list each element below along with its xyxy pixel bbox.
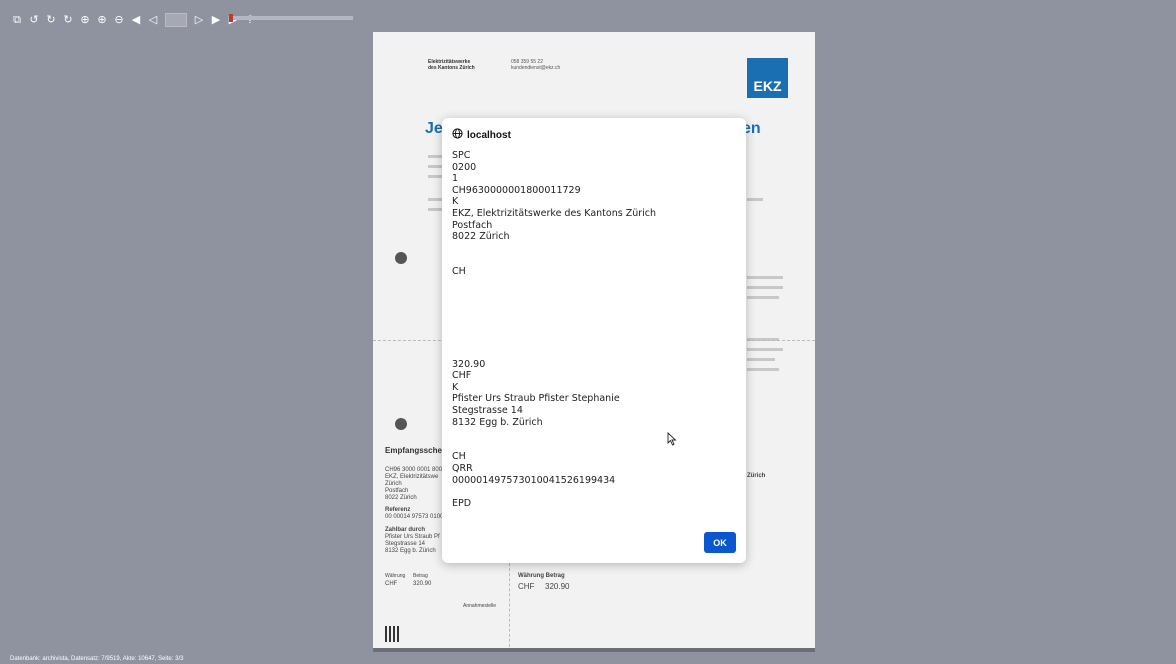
company-email: kundendienst@ekz.ch [511,65,561,71]
receipt-payer-city: 8132 Egg b. Zürich [385,548,436,554]
text-line [428,155,442,158]
receipt-currency-label: Währung [385,573,406,579]
company-name: Elektrizitätswerke des Kantons Zürich [428,59,475,71]
text-line [428,208,442,211]
receipt-postal-city: 8022 Zürich [385,495,417,501]
text-line [428,165,442,168]
ok-button[interactable]: OK [704,532,736,553]
viewer-toolbar: ⧉ ↺ ↻ ↻ ⊕ ⊕ ⊖ ◀ ◁ ▷ ▶ ▶ ? [10,12,257,28]
redo-icon[interactable]: ↻ [44,13,58,27]
receipt-currency: CHF [385,581,398,587]
company-line-2: des Kantons Zürich [428,65,475,71]
receipt-amount-label: Betrag [413,573,428,579]
page-shadow [373,648,815,652]
undo-icon[interactable]: ↺ [27,13,41,27]
zoom-out-icon[interactable]: ⊖ [112,13,126,27]
play-icon[interactable]: ▶ [209,13,223,27]
refresh-icon[interactable]: ↻ [61,13,75,27]
text-line [428,175,442,178]
prev-page-icon[interactable]: ◁ [146,13,160,27]
page-title-left: Je [425,120,443,137]
page-number-input[interactable] [165,13,187,27]
alert-dialog: localhost SPC 0200 1 CH96300000018000117… [442,118,746,563]
receipt-reference: 00 00014 97573 0100 [385,514,444,520]
payment-city: Zürich [747,473,766,479]
text-line [747,296,779,299]
text-line [747,368,779,371]
logo-text: EKZ [753,78,782,94]
first-page-icon[interactable]: ◀ [129,13,143,27]
ekz-logo: EKZ [747,58,788,98]
text-line [428,198,442,201]
receipt-amount: 320.90 [413,581,432,587]
copy-icon[interactable]: ⧉ [10,13,24,27]
zoom-fit-icon[interactable]: ⊕ [78,13,92,27]
progress-slider[interactable] [229,14,353,22]
acceptance-point: Annahmestelle [463,603,497,609]
payment-currency: CHF [518,582,535,591]
text-line [747,348,783,351]
progress-slider-handle[interactable] [229,14,233,22]
payment-currency-amount-label: Währung Betrag [518,573,565,579]
payment-amount: 320.90 [545,582,570,591]
next-page-icon[interactable]: ▷ [192,13,206,27]
punch-hole [395,418,407,430]
company-contact: 058 359 55 22 kundendienst@ekz.ch [511,59,560,71]
receipt-title: Empfangsschein [385,446,450,455]
dialog-host: localhost [467,129,511,141]
mouse-cursor-icon [667,431,677,451]
zoom-in-icon[interactable]: ⊕ [95,13,109,27]
status-bar: Datenbank: archivista, Datensatz: 7/9519… [10,656,184,662]
text-line [747,286,783,289]
dialog-message: SPC 0200 1 CH9630000001800011729 K EKZ, … [452,150,657,509]
punch-hole [395,252,407,264]
dialog-header: localhost [452,128,511,142]
swiss-cross-qr-icon [385,626,399,642]
globe-icon [452,128,463,142]
text-line [747,358,775,361]
text-line [747,198,763,201]
text-line [747,276,783,279]
